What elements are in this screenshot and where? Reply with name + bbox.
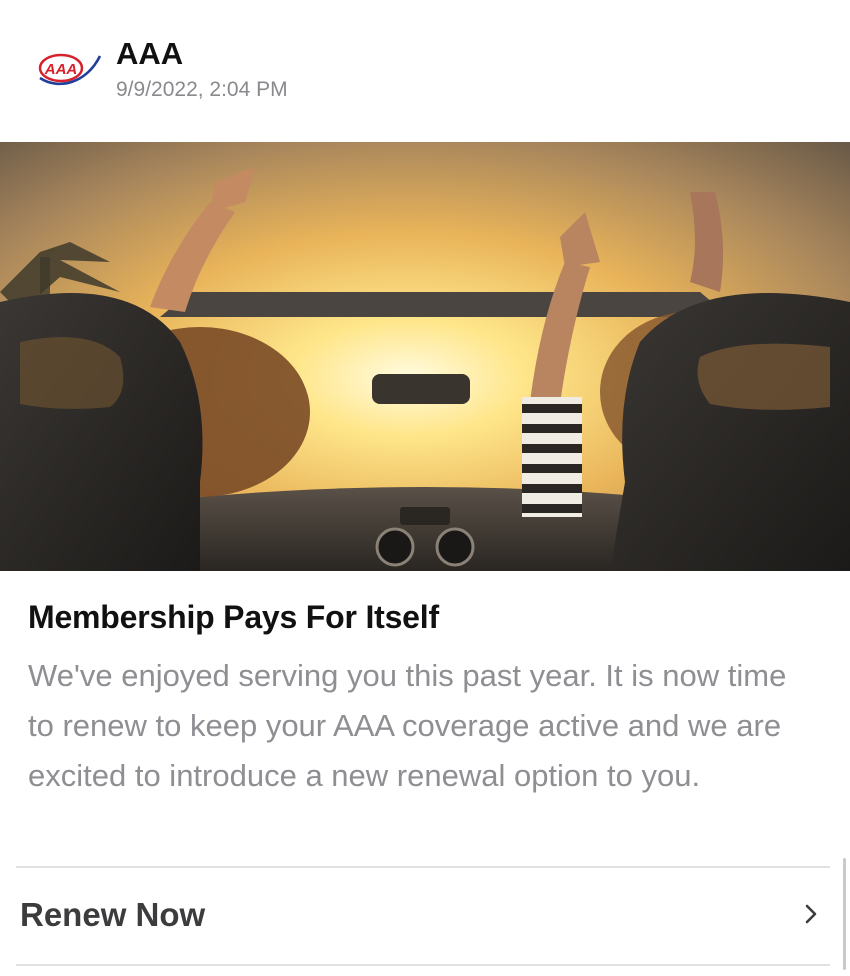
divider-bottom <box>16 964 830 966</box>
svg-text:AAA: AAA <box>44 61 78 78</box>
message-content: Membership Pays For Itself We've enjoyed… <box>0 571 850 976</box>
notification-header: AAA AAA 9/9/2022, 2:04 PM <box>0 0 850 142</box>
sender-name: AAA <box>116 36 184 71</box>
chevron-right-icon <box>805 904 817 924</box>
renew-now-label: Renew Now <box>20 896 206 933</box>
message-body: We've enjoyed serving you this past year… <box>28 658 787 793</box>
hero-image <box>0 142 850 571</box>
scroll-indicator[interactable] <box>843 858 846 970</box>
message-title: Membership Pays For Itself <box>28 599 439 635</box>
timestamp: 9/9/2022, 2:04 PM <box>116 78 288 101</box>
renew-now-button[interactable]: Renew Now <box>0 868 850 964</box>
aaa-logo-icon: AAA <box>38 48 102 92</box>
